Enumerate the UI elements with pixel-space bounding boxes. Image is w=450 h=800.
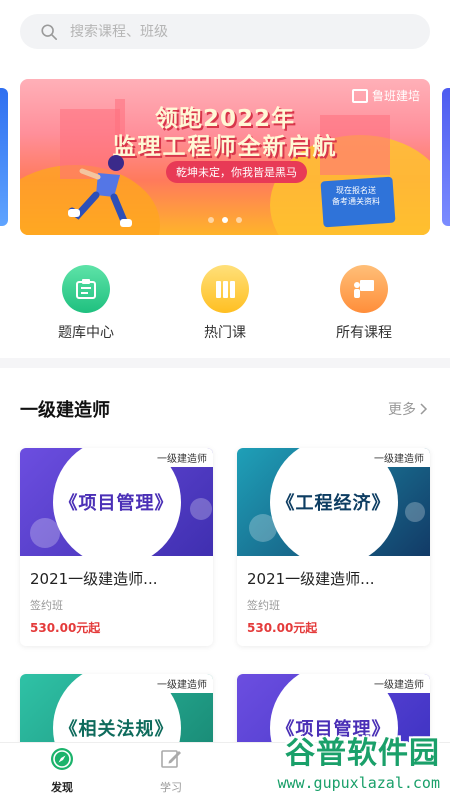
quick-link-label: 所有课程 [336, 325, 392, 341]
course-tag: 一级建造师 [368, 674, 430, 693]
carousel-dots[interactable] [20, 217, 430, 223]
banner-peek-next[interactable] [442, 88, 450, 226]
search-input[interactable] [70, 23, 370, 40]
search-bar[interactable] [20, 14, 430, 49]
course-subject: 《相关法规》 [59, 719, 174, 740]
course-tag: 一级建造师 [151, 448, 213, 467]
tab-label: 发现 [51, 781, 73, 794]
course-tag: 一级建造师 [151, 674, 213, 693]
course-price: 530.00元起 [247, 621, 318, 635]
compass-icon [51, 748, 73, 770]
course-type: 签约班 [30, 599, 63, 612]
quick-link-question-bank[interactable]: 题库中心 [36, 265, 136, 342]
carousel-dot[interactable] [208, 217, 214, 223]
search-icon [41, 23, 58, 40]
course-thumbnail: 一级建造师 《工程经济》 [237, 448, 430, 556]
course-thumbnail: 一级建造师 《项目管理》 [20, 448, 213, 556]
promo-banner[interactable]: 鲁班建培 领跑2022年 监理工程师全新启航 乾坤未定，你我皆是黑马 现在报名送… [20, 79, 430, 235]
course-title: 2021一级建造师... [247, 570, 375, 588]
course-card[interactable]: 一级建造师 《项目管理》 2021一级建造师... 签约班 530.00元起 [20, 448, 213, 646]
watermark-title: 谷普软件园 [285, 736, 440, 771]
course-subject: 《工程经济》 [276, 493, 391, 514]
course-card[interactable]: 一级建造师 《工程经济》 2021一级建造师... 签约班 530.00元起 [237, 448, 430, 646]
chevron-right-icon [420, 403, 428, 415]
course-tag: 一级建造师 [368, 448, 430, 467]
banner-slogan: 乾坤未定，你我皆是黑马 [166, 161, 307, 183]
teacher-board-icon [340, 265, 388, 313]
banner-peek-prev[interactable] [0, 88, 8, 226]
section-title: 一级建造师 [20, 400, 110, 421]
quick-links: 题库中心 热门课 所有课程 [0, 265, 450, 345]
more-link[interactable]: 更多 [388, 399, 428, 419]
quick-link-label: 题库中心 [58, 325, 114, 341]
course-title: 2021一级建造师... [30, 570, 158, 588]
course-type: 签约班 [247, 599, 280, 612]
tab-study[interactable]: 学习 [131, 747, 211, 795]
watermark-url: www.gupuxlazal.com [277, 774, 440, 792]
banner-book-text: 现在报名送 备考通关资料 [332, 186, 380, 206]
edit-icon [161, 750, 181, 768]
section-divider [0, 358, 450, 368]
course-subject: 《项目管理》 [59, 493, 174, 514]
question-bank-icon [62, 265, 110, 313]
course-price: 530.00元起 [30, 621, 101, 635]
books-icon [201, 265, 249, 313]
carousel-dot-active[interactable] [222, 217, 228, 223]
tab-label: 学习 [160, 781, 182, 794]
quick-link-hot-courses[interactable]: 热门课 [175, 265, 275, 342]
quick-link-all-courses[interactable]: 所有课程 [314, 265, 414, 342]
carousel-dot[interactable] [236, 217, 242, 223]
quick-link-label: 热门课 [204, 325, 246, 341]
tab-discover[interactable]: 发现 [22, 747, 102, 795]
